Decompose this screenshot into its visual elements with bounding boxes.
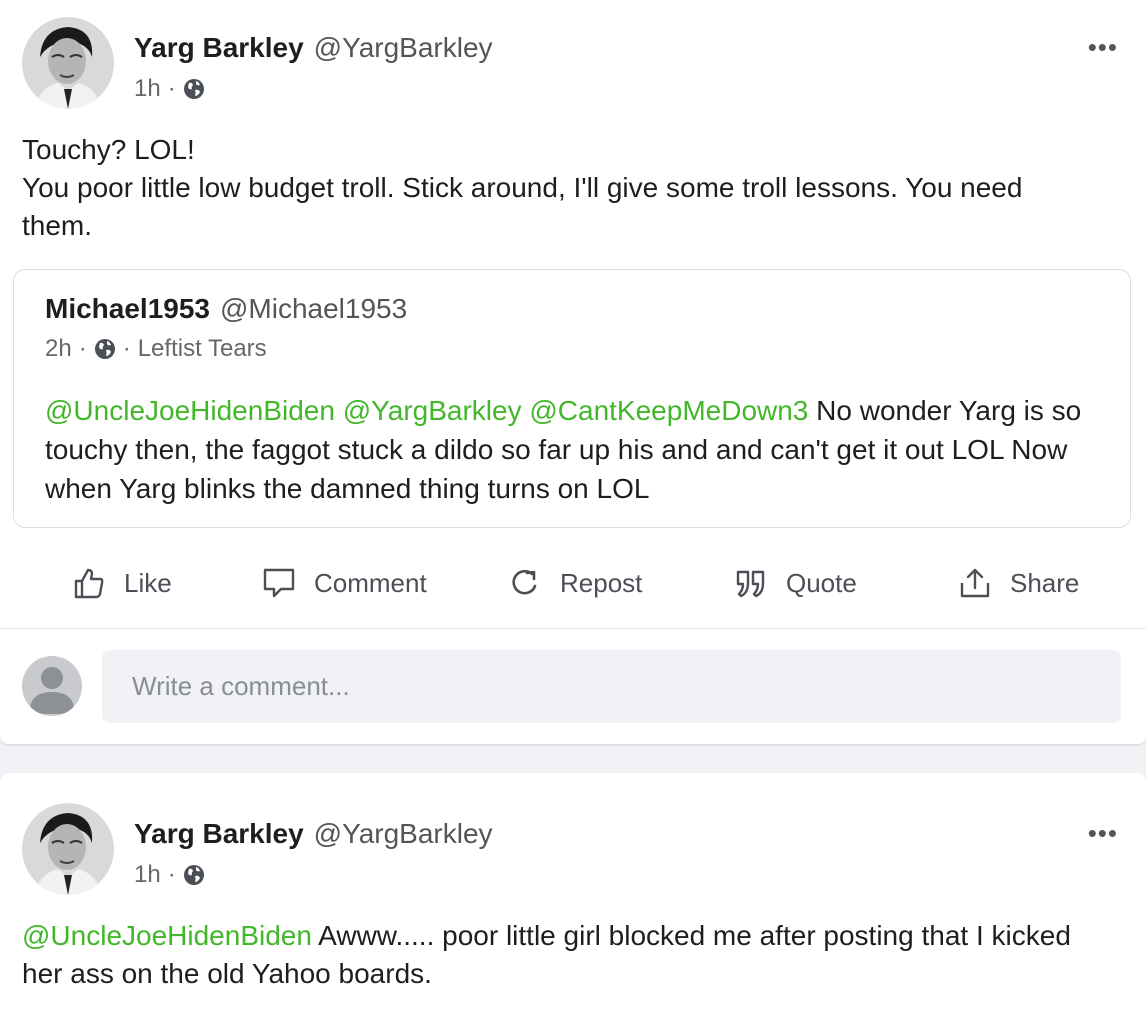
quoted-author-name[interactable]: Michael1953: [45, 293, 210, 324]
quoted-meta: 2h · · Leftist Tears: [45, 334, 267, 364]
comment-button[interactable]: Comment: [262, 566, 427, 600]
mention-link[interactable]: @CantKeepMeDown3: [529, 395, 808, 426]
more-options-icon[interactable]: •••: [1088, 818, 1118, 849]
globe-icon: [183, 78, 205, 100]
meta-separator: ·: [78, 335, 87, 362]
person-icon: [22, 656, 82, 716]
repost-button[interactable]: Repost: [508, 566, 642, 600]
more-options-icon[interactable]: •••: [1088, 32, 1118, 63]
quoted-post[interactable]: Michael1953 @Michael1953 2h · · Leftist T…: [13, 269, 1131, 528]
share-upload-icon: [960, 568, 990, 598]
divider: [0, 628, 1146, 629]
mention-link[interactable]: @YargBarkley: [343, 395, 522, 426]
meta-separator: ·: [167, 75, 176, 102]
quote-marks-icon: [736, 570, 765, 598]
meta-separator: ·: [122, 335, 131, 362]
comment-label: Comment: [314, 567, 427, 598]
thumbs-up-icon: [74, 568, 104, 599]
post-text-line: Touchy? LOL!: [22, 134, 195, 165]
quoted-author-handle[interactable]: @Michael1953: [220, 293, 407, 324]
post-time[interactable]: 1h: [134, 74, 161, 104]
quoted-time[interactable]: 2h: [45, 334, 72, 364]
like-button[interactable]: Like: [72, 566, 172, 600]
post-card: Yarg Barkley @YargBarkley 1h · ••• @Uncle…: [0, 773, 1146, 1020]
meta-separator: ·: [167, 861, 176, 888]
quote-button[interactable]: Quote: [734, 566, 857, 600]
post-time[interactable]: 1h: [134, 860, 161, 890]
comment-bubble-icon: [263, 568, 295, 598]
quoted-group[interactable]: Leftist Tears: [138, 334, 267, 364]
post-meta: 1h ·: [134, 860, 205, 890]
quoted-author-row: Michael1953 @Michael1953: [45, 292, 407, 326]
author-row: Yarg Barkley @YargBarkley: [134, 31, 493, 65]
post-text-line: You poor little low budget troll. Stick …: [22, 172, 1023, 241]
repost-icon: [512, 569, 537, 595]
like-label: Like: [124, 567, 172, 598]
author-row: Yarg Barkley @YargBarkley: [134, 817, 493, 851]
post-card: Yarg Barkley @YargBarkley 1h · ••• Touchy…: [0, 0, 1146, 744]
repost-label: Repost: [560, 567, 643, 598]
quote-label: Quote: [786, 567, 857, 598]
post-body: @UncleJoeHidenBiden Awww..... poor littl…: [22, 917, 1086, 993]
author-handle[interactable]: @YargBarkley: [314, 32, 493, 63]
globe-icon: [183, 864, 205, 886]
author-avatar[interactable]: [22, 803, 114, 895]
share-button[interactable]: Share: [958, 566, 1079, 600]
mention-link[interactable]: @UncleJoeHidenBiden: [22, 920, 312, 951]
author-handle[interactable]: @YargBarkley: [314, 818, 493, 849]
post-meta: 1h ·: [134, 74, 205, 104]
globe-icon: [94, 338, 116, 360]
author-name[interactable]: Yarg Barkley: [134, 818, 304, 849]
share-label: Share: [1010, 567, 1080, 598]
comment-input[interactable]: [102, 650, 1121, 723]
post-body: Touchy? LOL! You poor little low budget …: [22, 131, 1086, 245]
quoted-body: @UncleJoeHidenBiden @YargBarkley @CantKe…: [45, 391, 1090, 508]
author-avatar[interactable]: [22, 17, 114, 109]
author-name[interactable]: Yarg Barkley: [134, 32, 304, 63]
mention-link[interactable]: @UncleJoeHidenBiden: [45, 395, 335, 426]
